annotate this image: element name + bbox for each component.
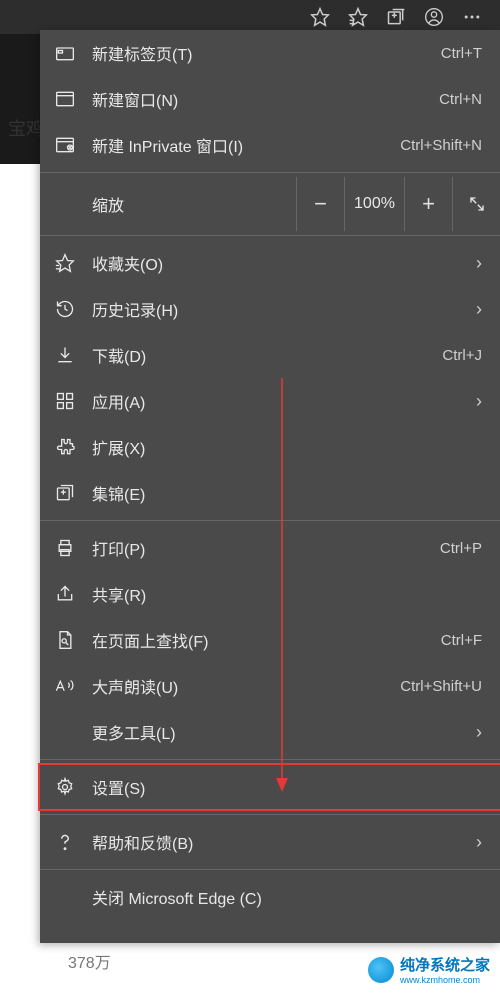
share-icon (54, 583, 76, 605)
menu-label: 收藏夹(O) (92, 251, 476, 275)
menu-label: 历史记录(H) (92, 297, 476, 321)
empty-icon (54, 886, 76, 908)
more-icon[interactable] (462, 7, 482, 27)
menu-separator (40, 869, 500, 870)
chevron-right-icon: › (476, 253, 482, 274)
menu-shortcut: Ctrl+P (440, 540, 482, 557)
menu-print[interactable]: 打印(P) Ctrl+P (40, 525, 500, 571)
menu-zoom-row: 缩放 − 100% + (40, 177, 500, 231)
menu-separator (40, 814, 500, 815)
print-icon (54, 537, 76, 559)
zoom-value: 100% (344, 177, 404, 231)
menu-find[interactable]: 在页面上查找(F) Ctrl+F (40, 617, 500, 663)
menu-more-tools[interactable]: 更多工具(L) › (40, 709, 500, 755)
read-aloud-icon (54, 675, 76, 697)
watermark: 纯净系统之家 www.kzmhome.com (368, 954, 490, 985)
menu-shortcut: Ctrl+Shift+N (400, 137, 482, 154)
zoom-label: 缩放 (92, 192, 296, 216)
menu-downloads[interactable]: 下载(D) Ctrl+J (40, 332, 500, 378)
chevron-right-icon: › (476, 722, 482, 743)
menu-label: 应用(A) (92, 389, 476, 413)
menu-extensions[interactable]: 扩展(X) (40, 424, 500, 470)
zoom-in-button[interactable]: + (404, 177, 452, 231)
menu-new-tab[interactable]: 新建标签页(T) Ctrl+T (40, 30, 500, 76)
addressbar-fragment (0, 34, 40, 164)
menu-favorites[interactable]: 收藏夹(O) › (40, 240, 500, 286)
menu-settings[interactable]: 设置(S) (40, 764, 500, 810)
menu-separator (40, 235, 500, 236)
menu-label: 扩展(X) (92, 435, 482, 459)
menu-label: 在页面上查找(F) (92, 628, 441, 652)
menu-shortcut: Ctrl+T (441, 45, 482, 62)
menu-label: 集锦(E) (92, 481, 482, 505)
watermark-logo-icon (368, 957, 394, 983)
chevron-right-icon: › (476, 832, 482, 853)
help-icon (54, 831, 76, 853)
menu-shortcut: Ctrl+N (439, 91, 482, 108)
menu-new-window[interactable]: 新建窗口(N) Ctrl+N (40, 76, 500, 122)
favorites-icon[interactable] (348, 7, 368, 27)
menu-label: 打印(P) (92, 536, 440, 560)
menu-label: 更多工具(L) (92, 720, 476, 744)
extensions-icon (54, 436, 76, 458)
menu-history[interactable]: 历史记录(H) › (40, 286, 500, 332)
menu-separator (40, 520, 500, 521)
menu-apps[interactable]: 应用(A) › (40, 378, 500, 424)
menu-label: 设置(S) (92, 775, 482, 799)
profile-icon[interactable] (424, 7, 444, 27)
menu-label: 新建窗口(N) (92, 87, 439, 111)
menu-label: 下载(D) (92, 343, 442, 367)
menu-close-edge[interactable]: 关闭 Microsoft Edge (C) (40, 874, 500, 920)
watermark-title: 纯净系统之家 (400, 954, 490, 975)
history-icon (54, 298, 76, 320)
empty-icon (54, 721, 76, 743)
collections-icon[interactable] (386, 7, 406, 27)
menu-label: 关闭 Microsoft Edge (C) (92, 885, 482, 909)
menu-share[interactable]: 共享(R) (40, 571, 500, 617)
apps-icon (54, 390, 76, 412)
menu-shortcut: Ctrl+F (441, 632, 482, 649)
new-window-icon (54, 88, 76, 110)
menu-label: 新建 InPrivate 窗口(I) (92, 133, 400, 157)
menu-read-aloud[interactable]: 大声朗读(U) Ctrl+Shift+U (40, 663, 500, 709)
inprivate-icon (54, 134, 76, 156)
menu-help[interactable]: 帮助和反馈(B) › (40, 819, 500, 865)
menu-collections[interactable]: 集锦(E) (40, 470, 500, 516)
download-icon (54, 344, 76, 366)
zoom-out-button[interactable]: − (296, 177, 344, 231)
gear-icon (54, 776, 76, 798)
chevron-right-icon: › (476, 299, 482, 320)
page-number-text: 378万 (68, 949, 111, 973)
chevron-right-icon: › (476, 391, 482, 412)
menu-shortcut: Ctrl+J (442, 347, 482, 364)
menu-shortcut: Ctrl+Shift+U (400, 678, 482, 695)
new-tab-icon (54, 42, 76, 64)
browser-toolbar (0, 0, 500, 34)
menu-label: 帮助和反馈(B) (92, 830, 476, 854)
watermark-url: www.kzmhome.com (400, 975, 490, 985)
favorites-icon (54, 252, 76, 274)
menu-label: 共享(R) (92, 582, 482, 606)
browser-menu: 新建标签页(T) Ctrl+T 新建窗口(N) Ctrl+N 新建 InPriv… (40, 30, 500, 943)
find-icon (54, 629, 76, 651)
menu-separator (40, 759, 500, 760)
menu-label: 新建标签页(T) (92, 41, 441, 65)
star-icon[interactable] (310, 7, 330, 27)
menu-separator (40, 172, 500, 173)
menu-label: 大声朗读(U) (92, 674, 400, 698)
page-partial-text: 宝鸡 (8, 115, 44, 141)
fullscreen-button[interactable] (452, 177, 500, 231)
collections-icon (54, 482, 76, 504)
menu-new-inprivate[interactable]: 新建 InPrivate 窗口(I) Ctrl+Shift+N (40, 122, 500, 168)
